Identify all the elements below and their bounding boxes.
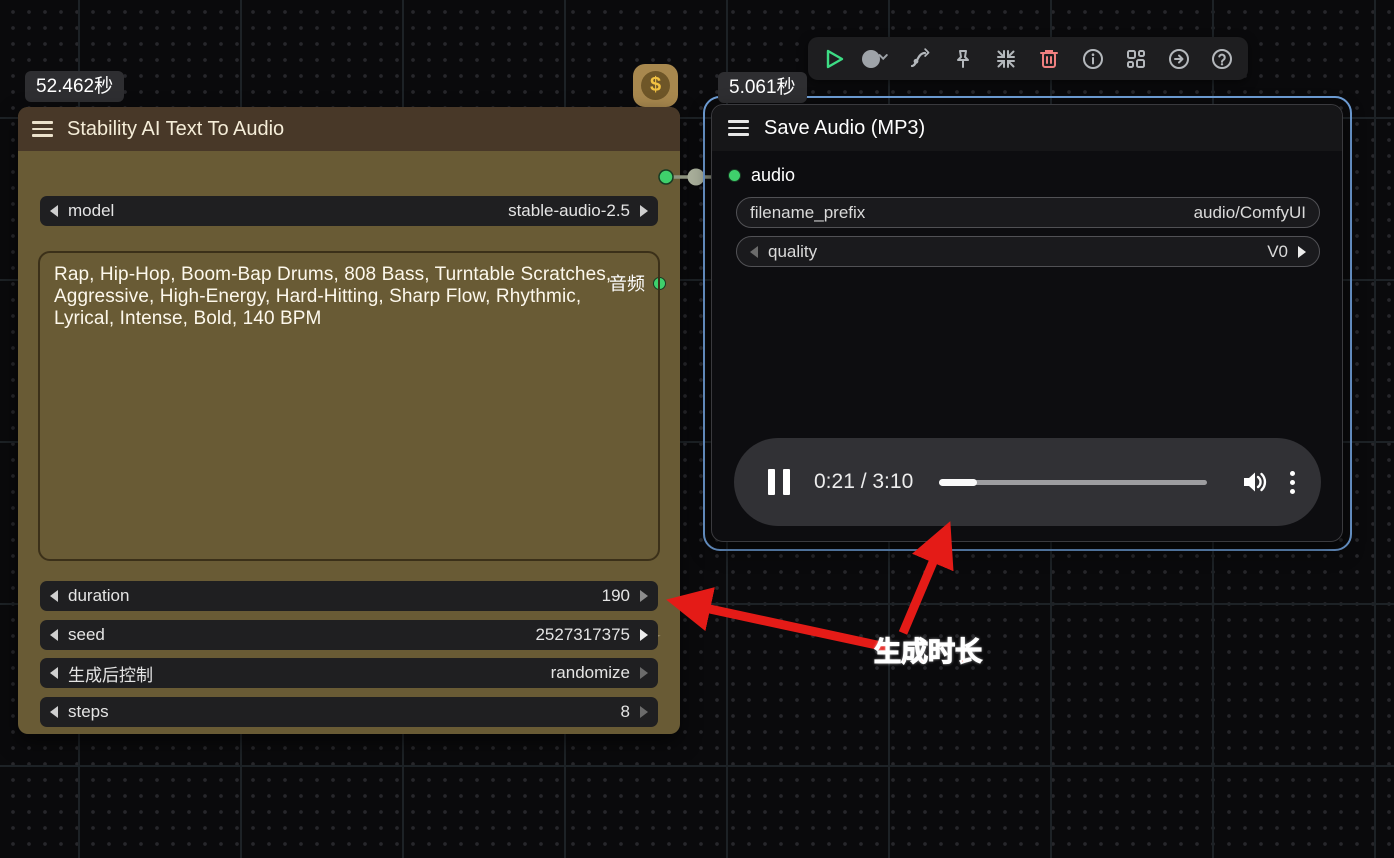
save-exec-time-badge: 5.061秒 xyxy=(718,72,807,103)
model-widget[interactable]: model stable-audio-2.5 xyxy=(40,196,658,226)
volume-icon[interactable] xyxy=(1241,470,1268,494)
tta-node-header[interactable]: Stability AI Text To Audio xyxy=(18,107,680,151)
prev-option-arrow[interactable] xyxy=(750,246,758,258)
decrement-arrow[interactable] xyxy=(50,706,58,718)
seed-widget[interactable]: seed 2527317375 xyxy=(40,620,658,650)
canvas-toolbar xyxy=(808,37,1248,80)
node-save-audio-mp3[interactable]: Save Audio (MP3) audio filename_prefix a… xyxy=(711,104,1343,542)
link-style-icon[interactable] xyxy=(903,42,937,76)
clear-icon[interactable] xyxy=(1032,42,1066,76)
increment-arrow[interactable] xyxy=(640,590,648,602)
collapse-icon[interactable] xyxy=(989,42,1023,76)
decrement-arrow[interactable] xyxy=(50,629,58,641)
audio-input-slot[interactable]: audio xyxy=(728,165,795,186)
pause-button[interactable] xyxy=(768,469,790,495)
prompt-textarea[interactable]: Rap, Hip-Hop, Boom-Bap Drums, 808 Bass, … xyxy=(38,251,660,561)
control-after-generate-widget[interactable]: 生成后控制 randomize xyxy=(40,658,658,688)
increment-arrow[interactable] xyxy=(640,205,648,217)
node-graph-canvas[interactable]: 52.462秒 $ Stability AI Text To Audio 音频 … xyxy=(0,0,1394,858)
api-cost-badge: $ xyxy=(633,64,678,107)
run-state-icon[interactable] xyxy=(860,42,894,76)
tta-exec-time-badge: 52.462秒 xyxy=(25,71,124,102)
player-seek-bar[interactable] xyxy=(939,480,1207,485)
node-menu-icon[interactable] xyxy=(32,121,53,137)
next-option-arrow[interactable] xyxy=(640,667,648,679)
node-stability-text-to-audio[interactable]: Stability AI Text To Audio 音频 model stab… xyxy=(18,107,680,734)
prev-option-arrow[interactable] xyxy=(50,667,58,679)
tta-node-title: Stability AI Text To Audio xyxy=(67,118,284,141)
save-node-header[interactable]: Save Audio (MP3) xyxy=(712,105,1342,151)
run-play-icon[interactable] xyxy=(817,42,851,76)
player-time: 0:21 / 3:10 xyxy=(814,470,913,494)
output-port-dot xyxy=(659,170,673,184)
node-menu-icon[interactable] xyxy=(728,120,749,136)
increment-arrow[interactable] xyxy=(640,706,648,718)
audio-input-label: audio xyxy=(751,165,795,186)
dollar-icon: $ xyxy=(641,71,670,100)
pin-icon[interactable] xyxy=(946,42,980,76)
quality-widget[interactable]: quality V0 xyxy=(736,236,1320,267)
link-midpoint-dot xyxy=(688,169,705,186)
decrement-arrow[interactable] xyxy=(50,205,58,217)
player-progress-played xyxy=(939,479,976,486)
annotation-label: 生成时长 xyxy=(874,630,982,669)
audio-player[interactable]: 0:21 / 3:10 xyxy=(734,438,1321,526)
next-option-arrow[interactable] xyxy=(1298,246,1306,258)
decrement-arrow[interactable] xyxy=(50,590,58,602)
steps-widget[interactable]: steps 8 xyxy=(40,697,658,727)
increment-arrow[interactable] xyxy=(640,629,648,641)
share-icon[interactable] xyxy=(1162,42,1196,76)
player-menu-icon[interactable] xyxy=(1290,471,1295,494)
info-icon[interactable] xyxy=(1076,42,1110,76)
duration-widget[interactable]: duration 190 xyxy=(40,581,658,611)
help-icon[interactable] xyxy=(1205,42,1239,76)
input-port-dot[interactable] xyxy=(728,169,741,182)
save-node-title: Save Audio (MP3) xyxy=(764,117,925,140)
layout-icon[interactable] xyxy=(1119,42,1153,76)
filename-prefix-widget[interactable]: filename_prefix audio/ComfyUI xyxy=(736,197,1320,228)
